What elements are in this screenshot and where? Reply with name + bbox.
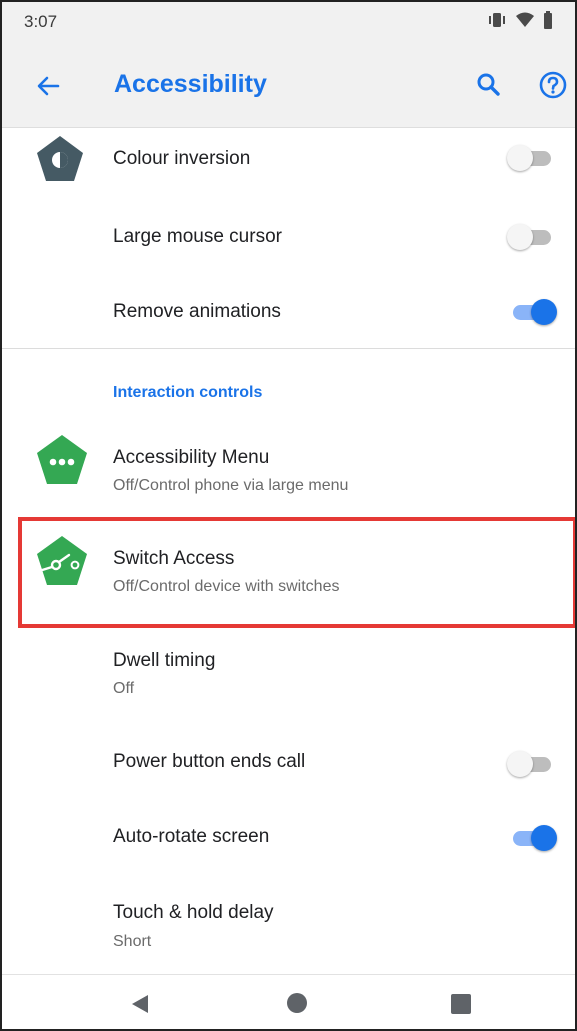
nav-recents-icon[interactable] [451,994,471,1014]
switch-access-highlight-box [18,517,575,628]
status-icons [487,10,553,34]
battery-icon [543,10,553,34]
setting-colour-inversion[interactable]: Colour inversion [2,128,575,192]
setting-label: Auto-rotate screen [113,826,270,847]
setting-label: Colour inversion [113,148,251,169]
setting-large-mouse-cursor[interactable]: Large mouse cursor [2,202,575,272]
setting-label: Touch & hold delay [113,902,274,923]
section-header-interaction-controls: Interaction controls [113,384,263,401]
setting-label: Accessibility Menu [113,447,270,468]
nav-home-icon[interactable] [285,991,309,1015]
auto-rotate-screen-toggle[interactable] [507,825,557,851]
search-icon[interactable] [474,70,504,100]
accessibility-menu-icon [35,433,89,492]
setting-label: Large mouse cursor [113,226,282,247]
phone-screen: 3:07 Accessibility Colour inversion Larg… [0,0,577,1031]
page-title: Accessibility [114,70,267,98]
setting-summary: Short [113,933,152,950]
setting-label: Remove animations [113,301,281,322]
nav-back-icon[interactable] [129,993,151,1015]
large-mouse-cursor-toggle[interactable] [507,224,555,250]
setting-touch-hold-delay[interactable]: Touch & hold delay Short [2,882,575,972]
wifi-icon [515,11,535,34]
setting-summary: Off [113,680,135,697]
setting-summary: Off/Control phone via large menu [113,477,349,494]
setting-remove-animations[interactable]: Remove animations [2,277,575,347]
colour-inversion-toggle[interactable] [507,145,555,171]
setting-auto-rotate-screen[interactable]: Auto-rotate screen [2,802,575,874]
setting-label: Dwell timing [113,650,216,671]
setting-dwell-timing[interactable]: Dwell timing Off [2,632,575,718]
section-divider [2,348,575,349]
setting-accessibility-menu[interactable]: Accessibility Menu Off/Control phone via… [2,427,575,513]
help-icon[interactable] [538,70,568,100]
back-arrow-icon[interactable] [34,72,62,100]
power-button-ends-call-toggle[interactable] [507,751,555,777]
vibrate-icon [487,11,507,34]
colour-inversion-icon [35,134,85,189]
status-time: 3:07 [24,12,58,31]
setting-label: Power button ends call [113,751,306,772]
remove-animations-toggle[interactable] [507,299,557,325]
setting-power-button-ends-call[interactable]: Power button ends call [2,727,575,799]
app-bar: Accessibility [2,42,575,128]
status-bar: 3:07 [2,2,575,42]
navigation-bar [2,974,575,1029]
